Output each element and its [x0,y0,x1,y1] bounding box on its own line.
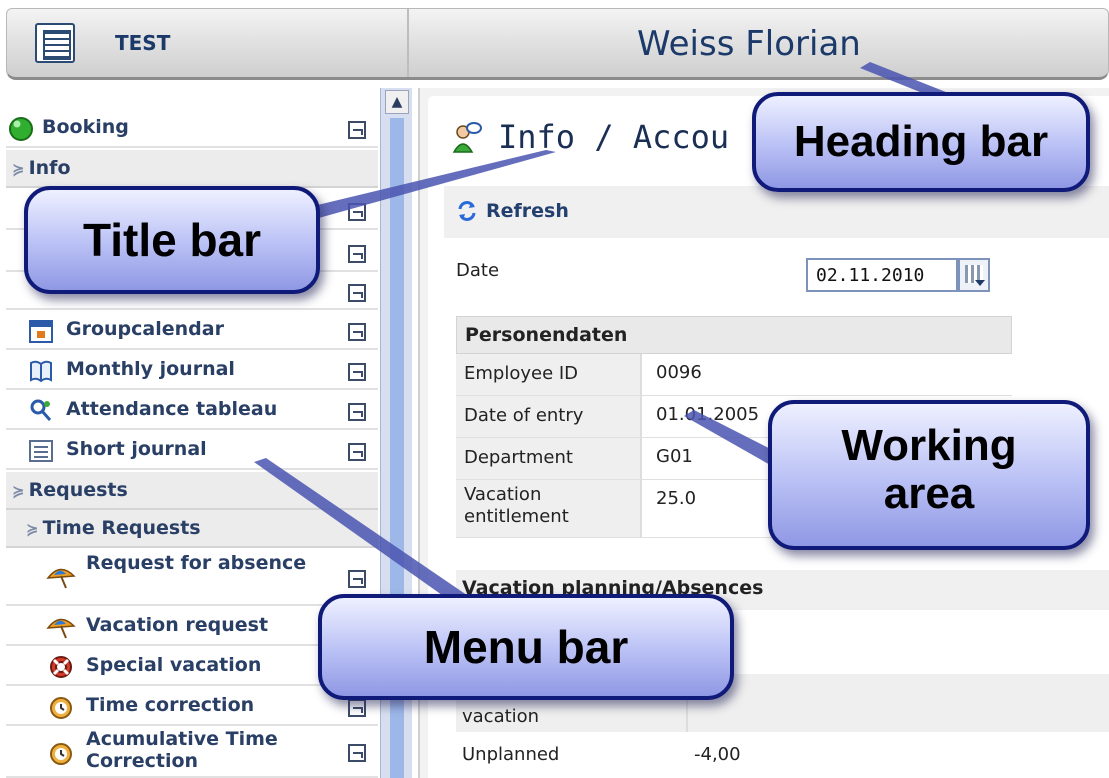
title-bar: Refresh [444,186,1109,238]
chevron-down-icon: ≽ [26,520,39,538]
section-time-requests[interactable]: ≽ Time Requests [6,510,378,548]
row-label-cell: Vacation entitlement [456,480,642,537]
menu-item-acumulative-time-correction[interactable]: Acumulative Time Correction [6,726,378,778]
section-requests-label: Requests [28,479,128,501]
unplanned-label: Unplanned [462,744,560,765]
menu-item-label: Groupcalendar [66,318,224,340]
heading-bar: TEST Weiss Florian [6,8,1109,80]
menu-item-request-for-absence[interactable]: Request for absence [6,550,378,606]
alarm-clock-icon [50,743,72,765]
section-label: ≽ Requests [12,479,128,501]
title-bar-callout: Title bar [24,186,320,294]
table-row: Employee ID 0096 [456,354,1012,396]
person-data-heading-text: Personendaten [465,324,628,346]
menu-item-monthly-journal[interactable]: Monthly journal [6,350,378,390]
menu-item-label: Vacation request [86,614,269,636]
menu-item-label: Booking [42,116,129,138]
calendar-icon [29,320,53,343]
row-value: 0096 [656,362,702,383]
date-picker-icon[interactable] [958,258,990,292]
journal-icon [30,360,52,383]
menu-item-booking[interactable]: Booking [6,108,378,148]
heading-bar-callout: Heading bar [752,92,1090,192]
green-ball-icon [9,117,33,141]
working-area-callout: Working area [768,400,1090,550]
section-info[interactable]: ≽ Info [6,150,378,188]
unplanned-value: -4,00 [694,744,741,765]
open-window-icon[interactable] [348,245,366,263]
menu-item-label: Request for absence [86,552,307,574]
table-row: Unplanned -4,00 [456,736,1109,778]
page-title: Info / Accou [498,118,730,156]
open-window-icon[interactable] [348,363,366,381]
row-label: Department [464,447,573,468]
row-label-cell: Department [456,438,642,479]
date-field[interactable]: 02.11.2010 [806,258,958,292]
vacation-row-label: vacation [462,706,540,727]
refresh-icon[interactable] [456,200,478,222]
menu-item-label: Acumulative Time Correction [86,728,278,772]
menu-item-label: Attendance tableau [66,398,278,420]
row-label-cell: Employee ID [456,354,642,395]
section-label: ≽ Info [12,157,71,179]
menu-item-time-correction[interactable]: Time correction [6,686,378,726]
menu-item-attendance-tableau[interactable]: Attendance tableau [6,390,378,430]
app-section: TEST [7,9,409,77]
open-window-icon[interactable] [348,121,366,139]
menu-item-label: Monthly journal [66,358,235,380]
attendance-icon [30,399,52,421]
app-label: TEST [115,31,171,55]
open-window-icon[interactable] [348,323,366,341]
row-value: 25.0 [656,488,697,509]
working-area-callout-line2: area [883,469,975,518]
open-window-icon[interactable] [348,403,366,421]
row-value: G01 [656,446,693,467]
alarm-clock-icon [50,697,72,719]
lifebuoy-icon [50,656,72,678]
open-window-icon[interactable] [348,284,366,302]
scroll-up-arrow-icon[interactable]: ▲ [385,90,409,114]
user-info-icon [452,122,482,153]
user-name: Weiss Florian [637,24,861,64]
row-label: Employee ID [464,363,579,384]
menu-item-label: Short journal [66,438,207,460]
open-window-icon[interactable] [348,744,366,762]
umbrella-icon [46,568,76,589]
chevron-down-icon: ≽ [12,482,25,500]
application-icon[interactable] [35,23,75,63]
menu-item-label: Special vacation [86,654,262,676]
menu-item-short-journal[interactable]: Short journal [6,430,378,470]
section-requests[interactable]: ≽ Requests [6,472,378,510]
open-window-icon[interactable] [348,443,366,461]
list-icon [29,440,53,462]
section-info-label: Info [28,157,71,179]
open-window-icon[interactable] [348,699,366,717]
refresh-button[interactable]: Refresh [486,200,569,222]
open-window-icon[interactable] [348,203,366,221]
open-window-icon[interactable] [348,570,366,588]
section-time-requests-label: Time Requests [42,517,201,539]
menu-item-groupcalendar[interactable]: Groupcalendar [6,310,378,350]
umbrella-icon [46,618,76,639]
menu-bar-callout: Menu bar [318,594,734,700]
menu-item-label: Time correction [86,694,255,716]
row-label-cell: Date of entry [456,396,642,437]
row-label: Vacation entitlement [464,484,569,527]
person-data-heading: Personendaten [456,316,1012,354]
date-label: Date [456,260,500,281]
working-area-callout-line1: Working [841,421,1017,470]
section-label: ≽ Time Requests [26,517,201,539]
chevron-down-icon: ≽ [12,160,25,178]
row-value: 01.01.2005 [656,404,760,425]
row-label: Date of entry [464,405,584,426]
